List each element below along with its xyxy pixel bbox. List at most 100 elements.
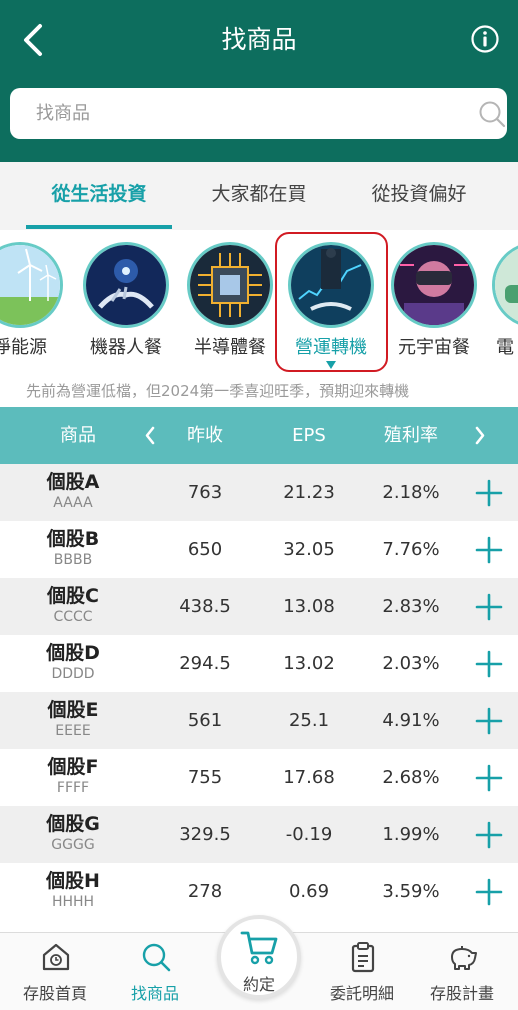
nav-label: 存股首頁 (22, 984, 87, 1003)
prev-close-cell: 329.5 (179, 824, 231, 845)
tab-popular[interactable]: 大家都在買 (186, 162, 332, 230)
info-icon (471, 25, 499, 53)
stock-code: AAAA (53, 495, 93, 511)
nav-label: 委託明細 (329, 984, 394, 1003)
stock-code: BBBB (53, 552, 93, 568)
eps-cell: 17.68 (283, 767, 335, 788)
stock-name: 個股F (47, 756, 99, 778)
plus-icon[interactable] (474, 877, 504, 907)
yield-cell: 7.76% (382, 539, 440, 560)
plus-icon[interactable] (474, 535, 504, 565)
stock-code: GGGG (51, 837, 95, 853)
yield-cell: 1.99% (382, 824, 440, 845)
nav-stock-plan[interactable]: 存股計畫 (412, 933, 512, 1010)
theme-item[interactable]: 半導體餐 (182, 236, 278, 370)
stock-name: 個股B (46, 528, 100, 550)
column-header-eps[interactable]: EPS (264, 407, 354, 464)
tab-life-investing[interactable]: 從生活投資 (26, 162, 172, 230)
theme-item[interactable]: 機器人餐 (78, 236, 174, 370)
stock-code: DDDD (51, 666, 95, 682)
chevron-right-icon (475, 426, 485, 445)
nav-home[interactable]: 存股首頁 (5, 933, 105, 1010)
page-title: 找商品 (221, 25, 297, 54)
stock-code: HHHH (51, 894, 95, 910)
caret-down-icon (326, 361, 336, 369)
search-input[interactable] (10, 88, 450, 139)
prev-close-cell: 650 (187, 539, 223, 560)
table-row[interactable]: 個股C CCCC 438.5 13.08 2.83% (0, 578, 518, 635)
theme-label: 機器人餐 (90, 337, 162, 358)
prev-close-cell: 294.5 (179, 653, 231, 674)
scroll-left-button[interactable] (138, 407, 162, 464)
eps-cell: -0.19 (285, 824, 333, 845)
ev-image (492, 242, 518, 328)
table-row[interactable]: 個股F FFFF 755 17.68 2.68% (0, 749, 518, 806)
chevron-left-icon (24, 24, 42, 56)
table-row[interactable]: 個股E EEEE 561 25.1 4.91% (0, 692, 518, 749)
yield-cell: 3.59% (382, 881, 440, 902)
theme-description: 先前為營運低檔，但2024第一季喜迎旺季，預期迎來轉機 (26, 382, 410, 400)
tab-active-indicator (26, 225, 172, 229)
wind-turbine-image (0, 242, 63, 328)
stock-name: 個股C (47, 585, 99, 607)
search-icon[interactable] (478, 100, 506, 128)
search-icon (142, 943, 171, 972)
eps-cell: 32.05 (283, 539, 335, 560)
eps-cell: 0.69 (288, 881, 330, 902)
clipboard-icon (351, 942, 375, 973)
stock-code: EEEE (55, 723, 91, 739)
stock-code: FFFF (56, 780, 90, 796)
yield-cell: 2.83% (382, 596, 440, 617)
table-row[interactable]: 個股B BBBB 650 32.05 7.76% (0, 521, 518, 578)
stock-name: 個股H (46, 870, 100, 892)
piggy-bank-icon (451, 946, 477, 970)
yield-cell: 4.91% (382, 710, 440, 731)
table-header: 商品 昨收 EPS 殖利率 (0, 407, 518, 464)
plus-icon[interactable] (474, 763, 504, 793)
plus-icon[interactable] (474, 820, 504, 850)
plus-icon[interactable] (474, 592, 504, 622)
prev-close-cell: 755 (187, 767, 223, 788)
plus-icon[interactable] (474, 649, 504, 679)
theme-item-active[interactable]: 營運轉機 (283, 236, 379, 370)
table-row[interactable]: 個股H HHHH 278 0.69 3.59% (0, 863, 518, 920)
chip-image (187, 242, 273, 328)
eps-cell: 25.1 (288, 710, 330, 731)
nav-find-products[interactable]: 找商品 (105, 933, 205, 1010)
table-row[interactable]: 個股A AAAA 763 21.23 2.18% (0, 464, 518, 521)
theme-label: 電 (496, 337, 514, 358)
theme-item[interactable]: 電 (487, 236, 518, 370)
plus-icon[interactable] (474, 478, 504, 508)
prev-close-cell: 438.5 (179, 596, 231, 617)
nav-orders[interactable]: 委託明細 (312, 933, 412, 1010)
column-header-yield[interactable]: 殖利率 (366, 407, 456, 464)
tab-preference[interactable]: 從投資偏好 (346, 162, 492, 230)
column-header-prev-close[interactable]: 昨收 (160, 407, 250, 464)
yield-cell: 2.18% (382, 482, 440, 503)
vr-headset-image (391, 242, 477, 328)
search-bar (10, 88, 507, 139)
nav-label: 存股計畫 (429, 984, 494, 1003)
cart-icon (240, 931, 278, 965)
table-row[interactable]: 個股D DDDD 294.5 13.02 2.03% (0, 635, 518, 692)
prev-close-cell: 561 (187, 710, 223, 731)
chevron-left-icon (145, 426, 155, 445)
info-button[interactable] (470, 24, 500, 54)
theme-label: 半導體餐 (194, 337, 266, 358)
stock-name: 個股E (47, 699, 99, 721)
column-header-name: 商品 (60, 425, 96, 446)
table-row[interactable]: 個股G GGGG 329.5 -0.19 1.99% (0, 806, 518, 863)
back-button[interactable] (18, 22, 52, 58)
plus-icon[interactable] (474, 706, 504, 736)
stock-name: 個股A (46, 471, 100, 493)
nav-agreement-button[interactable]: 約定 (217, 915, 301, 999)
stock-name: 個股D (46, 642, 100, 664)
eps-cell: 13.02 (283, 653, 335, 674)
scroll-right-button[interactable] (468, 407, 492, 464)
eps-cell: 21.23 (283, 482, 335, 503)
theme-carousel[interactable]: 淨能源 機器人餐 半導體餐 營運轉機 元宇宙餐 電 (0, 230, 518, 380)
prev-close-cell: 278 (187, 881, 223, 902)
theme-item[interactable]: 淨能源 (0, 236, 68, 370)
home-icon (42, 943, 70, 971)
nav-label: 找商品 (130, 984, 179, 1003)
